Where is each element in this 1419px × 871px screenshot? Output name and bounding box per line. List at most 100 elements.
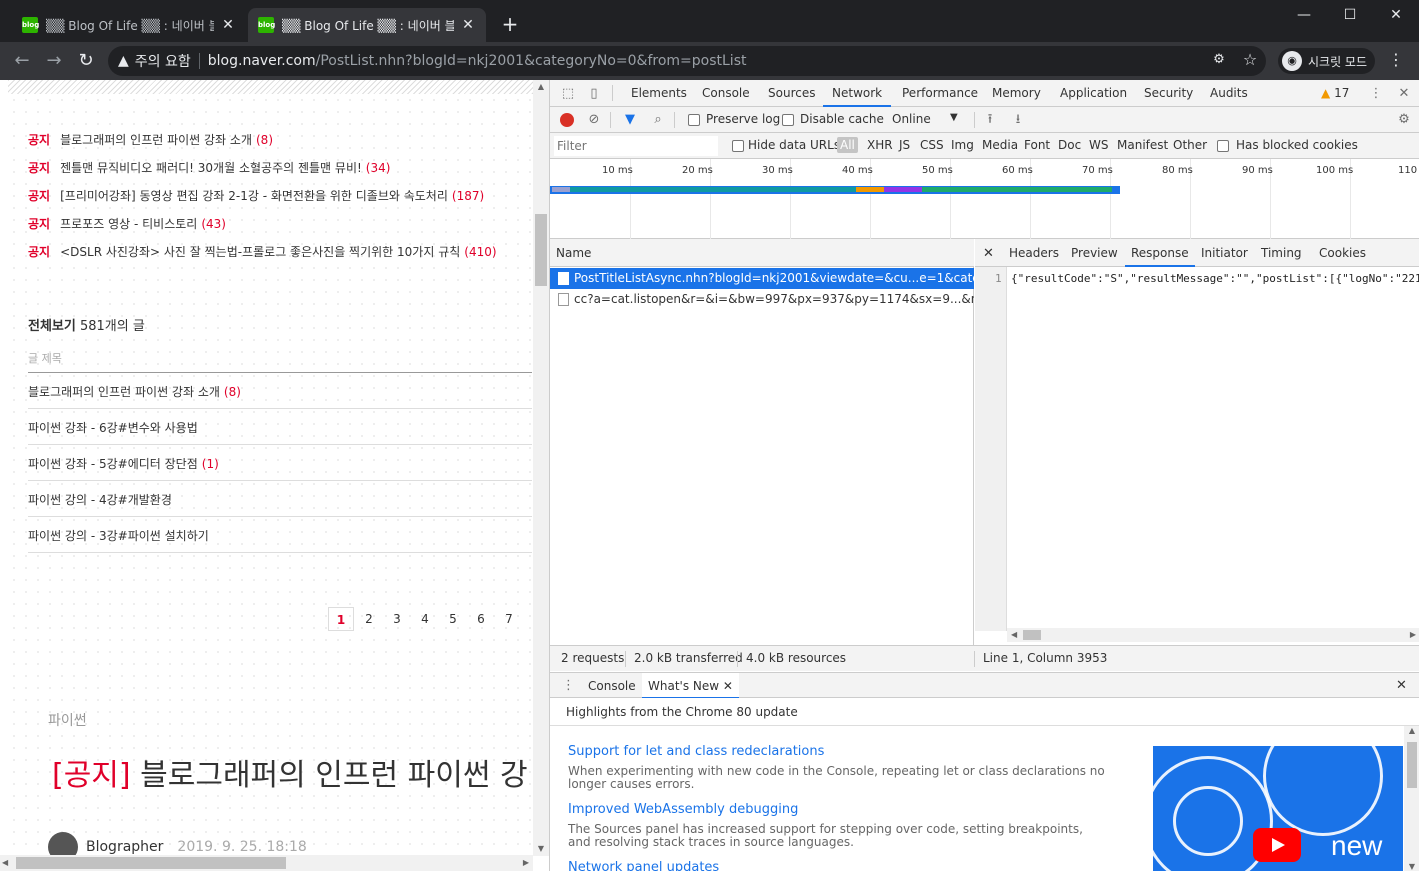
filter-type-doc[interactable]: Doc xyxy=(1058,138,1081,152)
puzzle-icon[interactable]: ⚙ xyxy=(1210,52,1228,70)
browser-tab-active[interactable]: blog ▒▒ Blog Of Life ▒▒ : 네이버 블로 ✕ xyxy=(248,8,486,42)
incognito-indicator[interactable]: ◉ 시크릿 모드 xyxy=(1278,48,1376,74)
whats-new-video-thumbnail[interactable]: new xyxy=(1153,746,1403,871)
tab-cookies[interactable]: Cookies xyxy=(1319,239,1366,267)
post-title[interactable]: 파이썬 강의 - 4강#개발환경 xyxy=(28,493,172,507)
whats-new-link[interactable]: Network panel updates xyxy=(568,860,719,871)
notice-item[interactable]: 공지 <DSLR 사진강좌> 사진 잘 찍는법-프롤로그 좋은사진을 찍기위한 1… xyxy=(28,243,497,260)
filter-type-media[interactable]: Media xyxy=(982,138,1018,152)
tab-sources[interactable]: Sources xyxy=(768,80,815,107)
request-row-selected[interactable]: PostTitleListAsync.nhn?blogId=nkj2001&vi… xyxy=(550,268,974,289)
filter-type-manifest[interactable]: Manifest xyxy=(1117,138,1168,152)
forward-button[interactable]: → xyxy=(42,49,66,73)
response-body[interactable]: {"resultCode":"S","resultMessage":"","po… xyxy=(1011,272,1419,285)
inspect-element-icon[interactable]: ⬚ xyxy=(560,86,576,102)
hide-data-urls-checkbox[interactable] xyxy=(732,140,744,152)
tab-response[interactable]: Response xyxy=(1125,239,1195,267)
preserve-log-label[interactable]: Preserve log xyxy=(706,112,780,126)
preserve-log-checkbox[interactable] xyxy=(688,114,700,126)
close-drawer-icon[interactable]: ✕ xyxy=(1396,678,1407,693)
page-link[interactable]: 7 xyxy=(496,607,522,631)
filter-type-css[interactable]: CSS xyxy=(920,138,944,152)
throttling-select[interactable]: Online xyxy=(892,112,931,126)
notice-item[interactable]: 공지 [프리미어강좌] 동영상 편집 강좌 2-1강 - 화면전환을 위한 디졸브… xyxy=(28,187,484,204)
scroll-left-arrow-icon[interactable]: ◀ xyxy=(2,855,8,871)
tab-network[interactable]: Network xyxy=(823,80,892,107)
warnings-counter[interactable]: ▲ 17 xyxy=(1321,86,1349,100)
filter-type-img[interactable]: Img xyxy=(951,138,974,152)
tab-initiator[interactable]: Initiator xyxy=(1201,239,1248,267)
notice-item[interactable]: 공지 프로포즈 영상 - 티비스토리 (43) xyxy=(28,215,226,232)
all-view-label[interactable]: 전체보기 xyxy=(28,319,76,334)
address-bar[interactable]: ▲ 주의 요함 blog.naver.com /PostList.nhn?blo… xyxy=(108,46,1266,76)
browser-tab[interactable]: blog ▒▒ Blog Of Life ▒▒ : 네이버 블로 ✕ xyxy=(12,8,246,42)
column-header-name[interactable]: Name xyxy=(550,239,974,267)
post-title[interactable]: 블로그래퍼의 인프런 파이썬 강좌 소개 xyxy=(28,385,220,399)
filter-type-js[interactable]: JS xyxy=(899,138,910,152)
tab-preview[interactable]: Preview xyxy=(1071,239,1118,267)
close-tab-icon[interactable]: ✕ xyxy=(460,17,476,33)
scrollbar-thumb[interactable] xyxy=(16,857,286,869)
scrollbar-thumb[interactable] xyxy=(1407,742,1417,788)
scroll-down-arrow-icon[interactable]: ▼ xyxy=(533,842,549,856)
filter-type-ws[interactable]: WS xyxy=(1089,138,1108,152)
disable-cache-checkbox[interactable] xyxy=(782,114,794,126)
tab-security[interactable]: Security xyxy=(1144,80,1193,107)
device-toolbar-icon[interactable]: ▯ xyxy=(586,86,602,102)
page-link-current[interactable]: 1 xyxy=(328,607,354,631)
post-list-item[interactable]: 파이썬 강좌 - 5강#에디터 장단점 (1) xyxy=(28,455,219,472)
import-har-icon[interactable]: ⭱ xyxy=(982,112,998,128)
tab-performance[interactable]: Performance xyxy=(902,80,978,107)
notice-item[interactable]: 공지 블로그래퍼의 인프런 파이썬 강좌 소개 (8) xyxy=(28,131,273,148)
blocked-cookies-label[interactable]: Has blocked cookies xyxy=(1236,138,1358,152)
page-link[interactable]: 3 xyxy=(384,607,410,631)
page-link[interactable]: 4 xyxy=(412,607,438,631)
blocked-cookies-checkbox[interactable] xyxy=(1217,140,1229,152)
whats-new-link[interactable]: Improved WebAssembly debugging xyxy=(568,802,798,817)
clear-icon[interactable]: ⊘ xyxy=(586,112,602,128)
drawer-tab-console[interactable]: Console xyxy=(586,673,638,699)
bookmark-star-icon[interactable]: ☆ xyxy=(1240,50,1260,70)
page-horizontal-scrollbar[interactable]: ◀ ▶ xyxy=(0,855,533,871)
scroll-up-arrow-icon[interactable]: ▲ xyxy=(533,80,549,94)
back-button[interactable]: ← xyxy=(10,49,34,73)
page-link[interactable]: 2 xyxy=(356,607,382,631)
drawer-tab-whats-new[interactable]: What's New ✕ xyxy=(642,673,739,699)
record-icon[interactable] xyxy=(560,113,574,127)
author-name[interactable]: Blographer xyxy=(86,839,163,855)
page-vertical-scrollbar[interactable]: ▲ ▼ xyxy=(533,80,549,856)
tab-memory[interactable]: Memory xyxy=(992,80,1041,107)
notice-item[interactable]: 공지 젠틀맨 뮤직비디오 패러디! 30개월 소혈공주의 젠틀맨 뮤비! (34) xyxy=(28,159,390,176)
filter-type-xhr[interactable]: XHR xyxy=(867,138,893,152)
page-link[interactable]: 6 xyxy=(468,607,494,631)
close-tab-icon[interactable]: ✕ xyxy=(723,679,733,693)
scroll-down-arrow-icon[interactable]: ▼ xyxy=(1404,862,1419,871)
scroll-right-arrow-icon[interactable]: ▶ xyxy=(523,855,529,871)
post-category[interactable]: 파이썬 xyxy=(48,710,87,730)
settings-gear-icon[interactable]: ⚙ xyxy=(1396,112,1412,128)
browser-menu-icon[interactable]: ⋮ xyxy=(1388,50,1404,69)
post-list-item[interactable]: 파이썬 강의 - 3강#파이썬 설치하기 xyxy=(28,527,213,544)
notice-title[interactable]: 프로포즈 영상 - 티비스토리 xyxy=(60,217,197,231)
tab-timing[interactable]: Timing xyxy=(1261,239,1302,267)
post-title[interactable]: 파이썬 강좌 - 6강#변수와 사용법 xyxy=(28,421,198,435)
reload-button[interactable]: ↻ xyxy=(74,49,98,73)
close-devtools-icon[interactable]: ✕ xyxy=(1396,86,1412,102)
close-detail-icon[interactable]: ✕ xyxy=(983,246,994,261)
export-har-icon[interactable]: ⭳ xyxy=(1010,112,1026,128)
close-window-button[interactable]: ✕ xyxy=(1373,0,1419,30)
page-link[interactable]: 5 xyxy=(440,607,466,631)
maximize-button[interactable]: ☐ xyxy=(1327,0,1373,30)
post-list-item[interactable]: 파이썬 강좌 - 6강#변수와 사용법 xyxy=(28,419,202,436)
whats-new-link[interactable]: Support for let and class redeclarations xyxy=(568,744,824,759)
scroll-right-arrow-icon[interactable]: ▶ xyxy=(1410,628,1416,642)
filter-type-all[interactable]: All xyxy=(837,137,858,153)
scrollbar-thumb[interactable] xyxy=(1023,630,1041,640)
post-list-item[interactable]: 블로그래퍼의 인프런 파이썬 강좌 소개 (8) xyxy=(28,383,241,400)
devtools-menu-icon[interactable]: ⋮ xyxy=(1368,86,1384,102)
notice-title[interactable]: [프리미어강좌] 동영상 편집 강좌 2-1강 - 화면전환을 위한 디졸브와 … xyxy=(60,189,448,203)
drawer-menu-icon[interactable]: ⋮ xyxy=(562,678,575,693)
request-row[interactable]: cc?a=cat.listopen&r=&i=&bw=997&px=937&py… xyxy=(550,289,974,310)
tab-headers[interactable]: Headers xyxy=(1009,239,1059,267)
drawer-vertical-scrollbar[interactable]: ▲ ▼ xyxy=(1404,726,1419,871)
